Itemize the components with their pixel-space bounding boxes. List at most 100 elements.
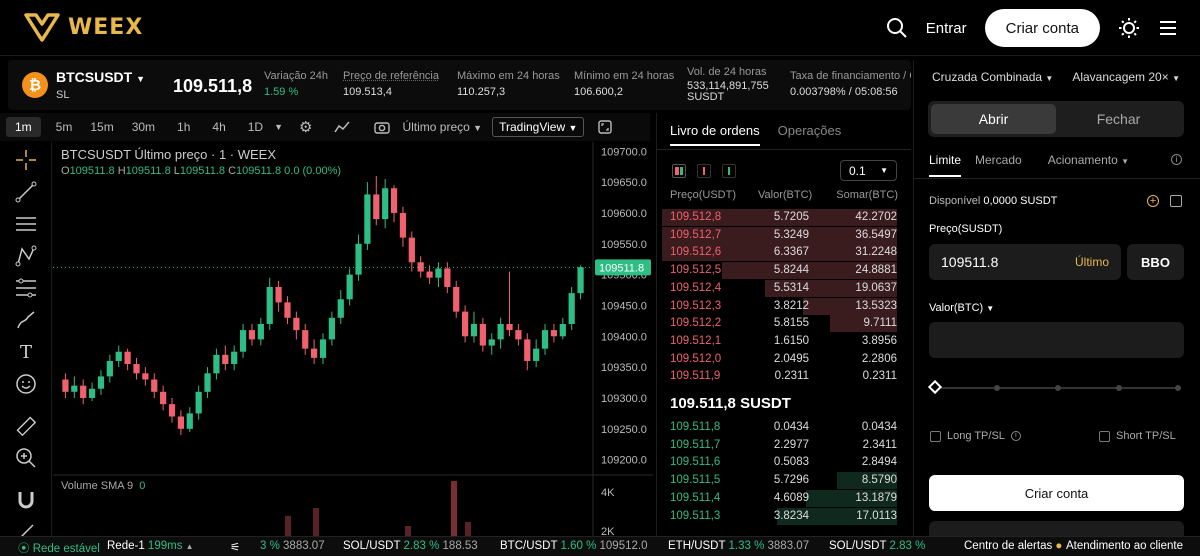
order-sum: 24.8881 <box>855 264 897 276</box>
settings-icon[interactable]: ⚙ <box>299 118 312 136</box>
deposit-icon[interactable]: + <box>1147 195 1159 207</box>
volume-bar <box>285 516 291 536</box>
ticker-item[interactable]: BTC/USDT 1.60 % 109512.0 <box>500 540 647 552</box>
camera-icon[interactable] <box>374 120 390 134</box>
node-selector[interactable]: Rede-1 199ms ▲ <box>107 540 194 552</box>
weex-logo[interactable]: WEEX <box>22 12 143 42</box>
ticker-item[interactable]: ETH/USDT 1.33 % 3883.07 <box>668 540 809 552</box>
tab-trades[interactable]: Operações <box>778 123 842 146</box>
ticker-settings-icon[interactable]: ⚟ <box>230 540 240 554</box>
bbo-button[interactable]: BBO <box>1127 244 1184 280</box>
trendline-icon[interactable] <box>14 180 38 204</box>
view-asks-icon[interactable] <box>697 164 711 178</box>
order-sum: 31.2248 <box>855 246 897 258</box>
bid-row[interactable]: 109.511,6 0.5083 2.8494 <box>657 454 911 472</box>
candle-body <box>240 330 246 352</box>
timeframe-15m[interactable]: 15m <box>81 117 122 137</box>
submit-signup-button[interactable]: Criar conta <box>929 475 1184 511</box>
candle-body <box>515 330 521 339</box>
ruler-icon[interactable] <box>14 414 38 438</box>
ask-row[interactable]: 109.512,5 5.8244 24.8881 <box>657 262 911 280</box>
leverage-select[interactable]: Alavancagem 20× ▼ <box>1072 70 1180 84</box>
bid-row[interactable]: 109.511,3 3.8234 17.0113 <box>657 508 911 526</box>
price-input[interactable]: 109511.8 Último <box>929 244 1121 280</box>
timeframe-5m[interactable]: 5m <box>47 117 82 137</box>
horizontal-lines-icon[interactable] <box>14 212 38 236</box>
timeframe-30m[interactable]: 30m <box>123 117 164 137</box>
bid-row[interactable]: 109.511,8 0.0434 0.0434 <box>657 419 911 437</box>
transfer-icon[interactable] <box>1170 195 1182 207</box>
ticker-item[interactable]: 3 % 3883.07 <box>260 540 325 552</box>
view-selector[interactable]: TradingView ▼ <box>492 117 584 137</box>
emoji-icon[interactable] <box>14 372 38 396</box>
ask-row[interactable]: 109.512,2 5.8155 9.7111 <box>657 315 911 333</box>
crosshair-icon[interactable] <box>14 148 38 172</box>
ask-row[interactable]: 109.511,9 0.2311 0.2311 <box>657 368 911 386</box>
customer-support[interactable]: Atendimento ao cliente <box>1066 540 1183 552</box>
fullscreen-icon[interactable] <box>598 120 612 134</box>
ticker-item[interactable]: SOL/USDT 2.83 % 188.53 <box>343 540 478 552</box>
ask-row[interactable]: 109.512,8 5.7205 42.2702 <box>657 209 911 227</box>
ask-row[interactable]: 109.512,7 5.3249 36.5497 <box>657 227 911 245</box>
fib-tool-icon[interactable] <box>14 276 38 300</box>
ask-row[interactable]: 109.512,1 1.6150 3.8956 <box>657 333 911 351</box>
amount-input[interactable] <box>929 322 1184 358</box>
view-both-icon[interactable] <box>672 164 686 178</box>
amount-slider[interactable] <box>934 387 1180 389</box>
ask-row[interactable]: 109.512,6 6.3367 31.2248 <box>657 244 911 262</box>
info-icon[interactable]: i <box>1171 154 1182 165</box>
bid-row[interactable]: 109.511,4 4.6089 13.1879 <box>657 490 911 508</box>
bid-row[interactable]: 109.511,7 2.2977 2.3411 <box>657 437 911 455</box>
order-price: 109.512,5 <box>670 264 721 276</box>
search-icon[interactable] <box>886 17 908 39</box>
long-tpsl-checkbox[interactable]: Long TP/SL i <box>930 430 1021 442</box>
amount-label[interactable]: Valor(BTC) ▼ <box>929 302 994 314</box>
login-link[interactable]: Entrar <box>926 20 967 37</box>
close-tab[interactable]: Fechar <box>1056 104 1181 134</box>
ask-row[interactable]: 109.512,4 5.5314 19.0637 <box>657 280 911 298</box>
indicators-icon[interactable] <box>334 120 350 134</box>
candle-body <box>231 352 237 364</box>
candle-body <box>471 324 477 336</box>
ask-row[interactable]: 109.512,3 3.8212 13.5323 <box>657 298 911 316</box>
order-sum: 0.0434 <box>862 421 897 433</box>
signup-button[interactable]: Criar conta <box>985 9 1100 47</box>
order-amount: 5.7296 <box>757 474 809 486</box>
alerts-center[interactable]: Centro de alertas ● <box>964 540 1062 552</box>
tab-trigger[interactable]: Acionamento ▼ <box>1048 153 1129 177</box>
precision-select[interactable]: 0.1 ▼ <box>840 160 897 181</box>
timeframe-1m[interactable]: 1m <box>6 117 41 137</box>
timeframe-1h[interactable]: 1h <box>168 117 199 137</box>
ticker-item[interactable]: SOL/USDT 2.83 % <box>829 540 925 552</box>
short-tpsl-checkbox[interactable]: Short TP/SL <box>1099 430 1176 442</box>
candlestick-chart[interactable]: 109700.0109650.0109600.0109550.0109500.0… <box>53 142 653 536</box>
symbol-selector[interactable]: BTCSUSDT ▼ <box>56 69 145 85</box>
candle-body <box>435 268 441 277</box>
ask-row[interactable]: 109.512,0 2.0495 2.2806 <box>657 351 911 369</box>
bid-row[interactable]: 109.511,5 5.7296 8.5790 <box>657 472 911 490</box>
tab-limit[interactable]: Limite <box>929 153 961 177</box>
theme-toggle-icon[interactable] <box>1118 17 1140 39</box>
text-tool-icon[interactable]: T <box>14 340 38 364</box>
zoom-in-icon[interactable] <box>14 446 38 470</box>
tab-market[interactable]: Mercado <box>975 153 1022 177</box>
tab-order-book[interactable]: Livro de ordens <box>670 123 760 146</box>
menu-icon[interactable] <box>1158 19 1178 37</box>
timeframe-more-icon[interactable]: ▼ <box>274 122 283 132</box>
brush-icon[interactable] <box>14 308 38 332</box>
mid-price: 109.511,8 SUSDT <box>670 395 791 412</box>
timeframe-1d[interactable]: 1D <box>239 117 272 137</box>
order-price: 109.512,1 <box>670 335 721 347</box>
slider-handle[interactable] <box>928 380 942 394</box>
candle-body <box>80 386 86 398</box>
open-tab[interactable]: Abrir <box>931 104 1056 134</box>
timeframe-4h[interactable]: 4h <box>203 117 234 137</box>
view-bids-icon[interactable] <box>722 164 736 178</box>
margin-mode-select[interactable]: Cruzada Combinada ▼ <box>932 70 1053 84</box>
price-type-selector[interactable]: Último preço ▼ <box>402 120 482 134</box>
pitchfork-icon[interactable] <box>14 244 38 268</box>
last-price-tag[interactable]: Último <box>1075 255 1109 269</box>
order-amount: 6.3367 <box>757 246 809 258</box>
price-chart[interactable]: 109700.0 109650.0 109600.0 109550.0 109500.0… <box>53 142 653 536</box>
magnet-icon[interactable] <box>14 488 38 512</box>
